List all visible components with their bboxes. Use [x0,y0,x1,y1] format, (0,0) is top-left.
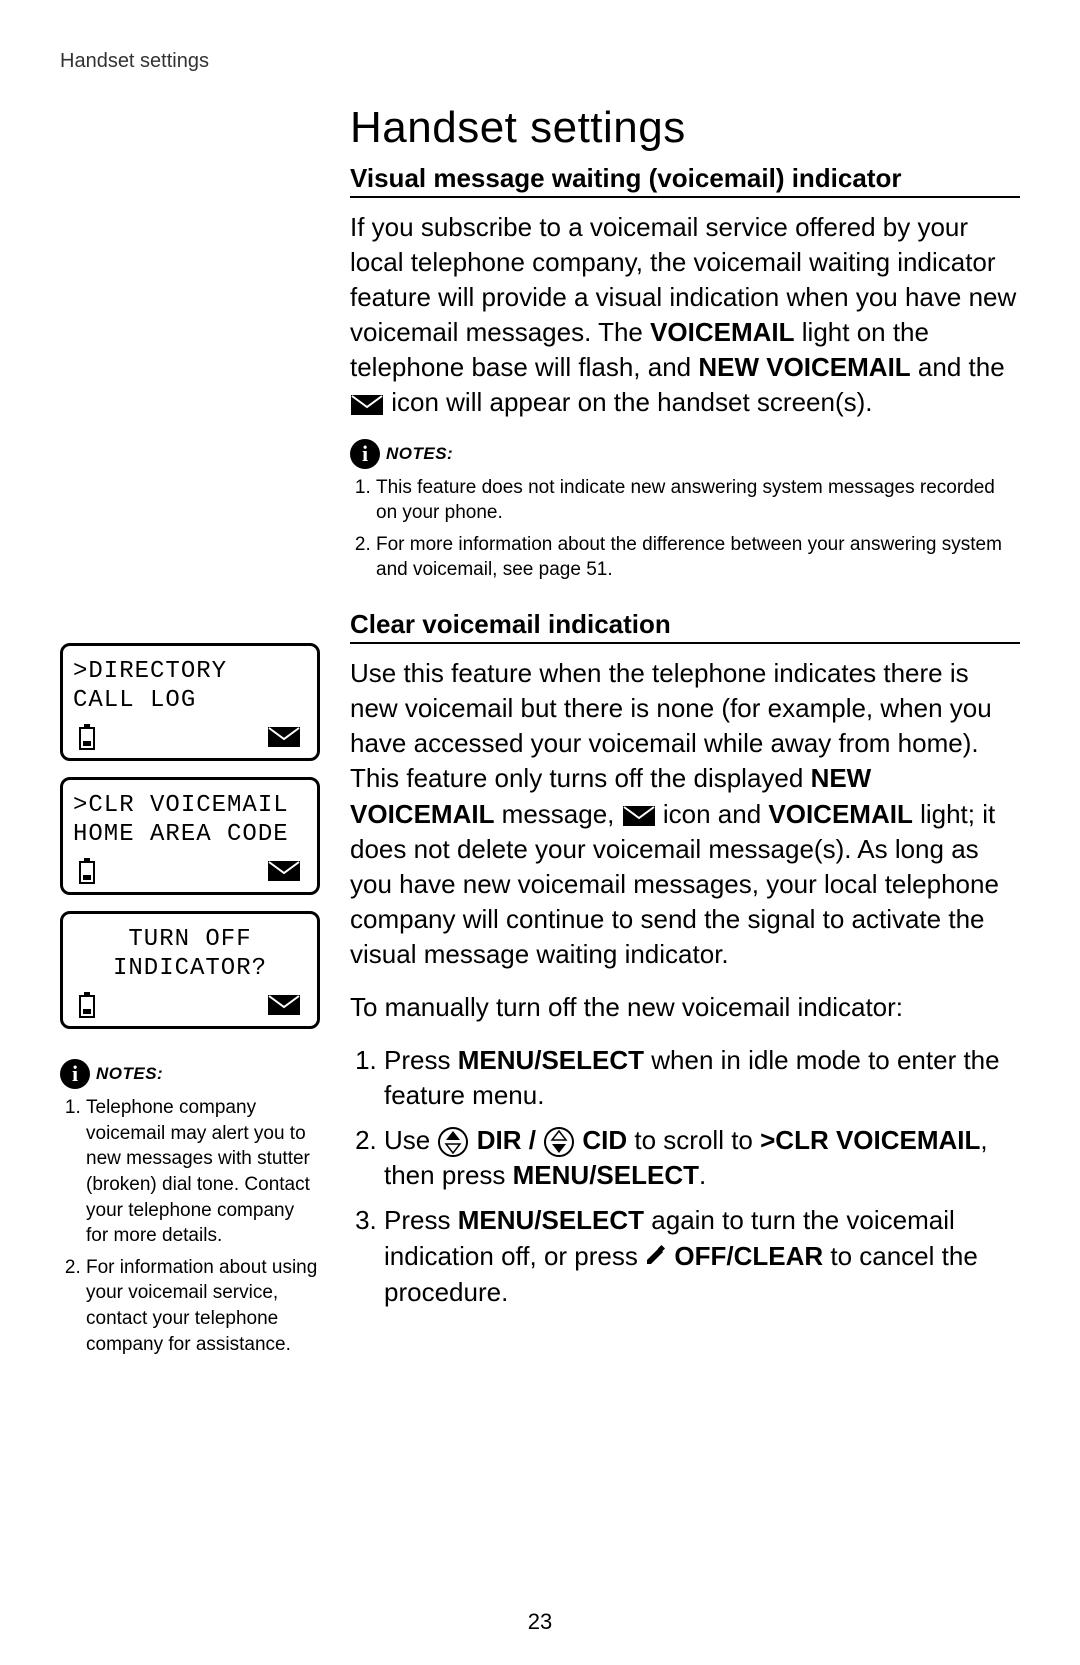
text: icon and [663,799,769,829]
step-item: Press MENU/SELECT again to turn the voic… [384,1203,1020,1310]
text-bold: VOICEMAIL [650,317,794,347]
text-bold: DIR / [477,1125,543,1155]
envelope-icon [622,805,656,827]
steps-list: Press MENU/SELECT when in idle mode to e… [350,1043,1020,1310]
envelope-icon [267,860,301,882]
envelope-icon [350,394,384,416]
text: Press [384,1045,458,1075]
handset-screen-turn-off: TURN OFF INDICATOR? [60,911,320,1029]
handset-screen-directory: >DIRECTORY CALL LOG [60,643,320,761]
page-title: Handset settings [350,103,1020,153]
text-smallcaps: SELECT [541,1045,644,1075]
battery-icon [79,858,95,884]
section-heading-clear-vm: Clear voicemail indication [350,609,1020,644]
notes-right-block: i NOTES: This feature does not indicate … [350,439,1020,584]
info-icon: i [350,439,380,469]
notes-label: NOTES: [96,1064,163,1084]
text-bold: NEW VOICEMAIL [698,352,910,382]
notes-left-block: i NOTES: Telephone company voicemail may… [60,1059,320,1357]
text: Press [384,1205,458,1235]
text-bold: MENU/ [458,1045,542,1075]
note-item: For information about using your voicema… [86,1255,320,1358]
text-bold: /SELECT [534,1205,644,1235]
section-heading-vmwi: Visual message waiting (voicemail) indic… [350,163,1020,198]
notes-label: NOTES: [386,444,453,464]
battery-icon [79,724,95,750]
envelope-icon [267,726,301,748]
text: message, [494,799,621,829]
down-arrow-icon [543,1126,575,1158]
screen-line: CALL LOG [73,687,307,714]
text: Use [384,1125,437,1155]
pencil-icon [645,1240,667,1275]
handset-screen-clr-voicemail: >CLR VOICEMAIL HOME AREA CODE [60,777,320,895]
breadcrumb: Handset settings [60,50,1020,73]
text: Use this feature when the telephone indi… [350,658,992,793]
text-bold: >CLR VOICEMAIL [760,1125,980,1155]
step-item: Press MENU/SELECT when in idle mode to e… [384,1043,1020,1113]
screen-line: >CLR VOICEMAIL [73,792,307,819]
screen-line: HOME AREA CODE [73,821,307,848]
paragraph: Use this feature when the telephone indi… [350,656,1020,972]
text-bold: CID [582,1125,627,1155]
text-smallcaps: OFF [674,1241,726,1271]
text: icon will appear on the handset screen(s… [391,387,872,417]
text-smallcaps: MENU/SELECT [513,1160,699,1190]
text: and the [911,352,1005,382]
step-item: Use DIR / CID to scroll to >CLR VOICEMAI… [384,1123,1020,1193]
envelope-icon [267,994,301,1016]
paragraph: To manually turn off the new voicemail i… [350,990,1020,1025]
text: to scroll to [627,1125,760,1155]
note-item: Telephone company voicemail may alert yo… [86,1095,320,1249]
text-bold: VOICEMAIL [768,799,912,829]
text: . [699,1160,706,1190]
note-item: For more information about the differenc… [376,532,1020,583]
note-item: This feature does not indicate new answe… [376,475,1020,526]
battery-icon [79,992,95,1018]
paragraph: If you subscribe to a voicemail service … [350,210,1020,421]
up-arrow-icon [437,1126,469,1158]
info-icon: i [60,1059,90,1089]
screen-line: TURN OFF [73,926,307,953]
text-smallcaps: MENU [458,1205,535,1235]
page-number: 23 [0,1609,1080,1635]
screen-line: INDICATOR? [73,955,307,982]
screen-line: >DIRECTORY [73,658,307,685]
text-bold: /CLEAR [726,1241,823,1271]
